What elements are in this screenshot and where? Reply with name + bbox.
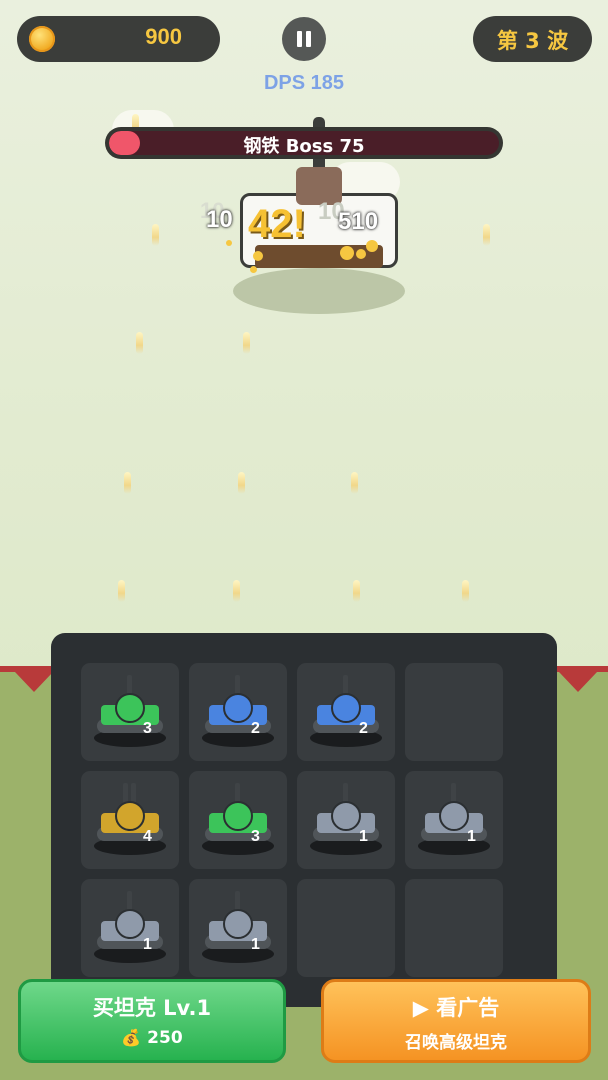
grid-slot[interactable]: 1 bbox=[405, 771, 503, 869]
hit-spark bbox=[356, 249, 366, 259]
grid-slot[interactable]: 1 bbox=[189, 879, 287, 977]
game-stage: 10 10 10 42! 510 900 第 3 波 DPS 185 钢铁 Bo… bbox=[0, 0, 608, 1080]
buy-tank-cost: 💰 250 bbox=[21, 1028, 283, 1048]
bullet bbox=[243, 332, 250, 354]
buy-tank-label: 买坦克 Lv.1 bbox=[92, 996, 212, 1020]
bullet bbox=[233, 580, 240, 602]
bullet bbox=[124, 472, 131, 494]
grid-slot[interactable]: 2 bbox=[189, 663, 287, 761]
bullet bbox=[118, 580, 125, 602]
bullet bbox=[152, 224, 159, 246]
hit-spark bbox=[226, 240, 232, 246]
tank-gray[interactable]: 1 bbox=[189, 879, 287, 977]
coin-icon bbox=[29, 26, 55, 52]
dps-readout: DPS 185 bbox=[263, 72, 345, 94]
hit-spark bbox=[250, 266, 257, 273]
tank-merge-grid: 3 2 2 4 3 1 1 1 1 bbox=[51, 633, 557, 1007]
tank-level: 2 bbox=[359, 720, 368, 737]
boss-name: 钢铁 Boss 75 bbox=[243, 136, 365, 157]
tank-green[interactable]: 3 bbox=[189, 771, 287, 869]
tank-turret bbox=[331, 693, 361, 723]
play-icon: ▶ bbox=[412, 996, 429, 1020]
tank-level: 2 bbox=[251, 720, 260, 737]
buy-tank-button[interactable]: 买坦克 Lv.1 💰 250 bbox=[18, 979, 286, 1063]
tank-level: 1 bbox=[467, 828, 476, 845]
damage-number-critical: 42! bbox=[248, 202, 306, 246]
grid-slot[interactable]: 1 bbox=[81, 879, 179, 977]
pennant bbox=[15, 672, 53, 692]
tank-level: 1 bbox=[359, 828, 368, 845]
bullet bbox=[238, 472, 245, 494]
grid-slot-empty[interactable] bbox=[297, 879, 395, 977]
tank-green[interactable]: 3 bbox=[81, 663, 179, 761]
tank-gray[interactable]: 1 bbox=[81, 879, 179, 977]
tank-gold[interactable]: 4 bbox=[81, 771, 179, 869]
tank-blue[interactable]: 2 bbox=[189, 663, 287, 761]
tank-turret bbox=[439, 801, 469, 831]
bullet bbox=[353, 580, 360, 602]
coin-counter: 900 bbox=[17, 16, 220, 62]
buy-tank-cost-value: 250 bbox=[147, 1028, 183, 1048]
bullet bbox=[462, 580, 469, 602]
hit-spark bbox=[366, 240, 378, 252]
tank-level: 4 bbox=[143, 828, 152, 845]
watch-ad-title: ▶ 看广告 bbox=[324, 992, 588, 1022]
bullet bbox=[351, 472, 358, 494]
tank-turret bbox=[115, 801, 145, 831]
grid-slot-empty[interactable] bbox=[405, 879, 503, 977]
boss-shadow bbox=[233, 268, 405, 314]
tank-level: 1 bbox=[143, 936, 152, 953]
coin-amount: 900 bbox=[145, 24, 182, 49]
grid-slot[interactable]: 4 bbox=[81, 771, 179, 869]
tank-turret bbox=[223, 693, 253, 723]
tank-gray[interactable]: 1 bbox=[405, 771, 503, 869]
wave-indicator: 第 3 波 bbox=[473, 16, 592, 62]
watch-ad-subtitle: 召唤高级坦克 bbox=[405, 1033, 507, 1053]
tank-level: 1 bbox=[251, 936, 260, 953]
hit-spark bbox=[340, 246, 354, 260]
pennant bbox=[559, 672, 597, 692]
tank-level: 3 bbox=[143, 720, 152, 737]
watch-ad-button[interactable]: ▶ 看广告 召唤高级坦克 bbox=[321, 979, 591, 1063]
grid-slot[interactable]: 3 bbox=[189, 771, 287, 869]
damage-number: 510 bbox=[338, 208, 379, 235]
tank-level: 3 bbox=[251, 828, 260, 845]
damage-number: 10 bbox=[206, 206, 233, 233]
pause-button[interactable] bbox=[282, 17, 326, 61]
tank-blue[interactable]: 2 bbox=[297, 663, 395, 761]
bullet bbox=[483, 224, 490, 246]
grid-slot[interactable]: 3 bbox=[81, 663, 179, 761]
tank-turret bbox=[115, 693, 145, 723]
money-bag-icon: 💰 bbox=[121, 1028, 142, 1047]
tank-turret bbox=[115, 909, 145, 939]
grid-slot[interactable]: 2 bbox=[297, 663, 395, 761]
tank-turret bbox=[223, 801, 253, 831]
bullet bbox=[136, 332, 143, 354]
grid-slot[interactable]: 1 bbox=[297, 771, 395, 869]
boss-health-bar: 钢铁 Boss 75 bbox=[105, 127, 503, 159]
hit-spark bbox=[253, 251, 263, 261]
wave-label: 第 3 波 bbox=[496, 29, 569, 53]
watch-ad-label: 看广告 bbox=[436, 996, 500, 1020]
tank-turret bbox=[223, 909, 253, 939]
tank-gray[interactable]: 1 bbox=[297, 771, 395, 869]
tank-turret bbox=[331, 801, 361, 831]
grid-slot-empty[interactable] bbox=[405, 663, 503, 761]
